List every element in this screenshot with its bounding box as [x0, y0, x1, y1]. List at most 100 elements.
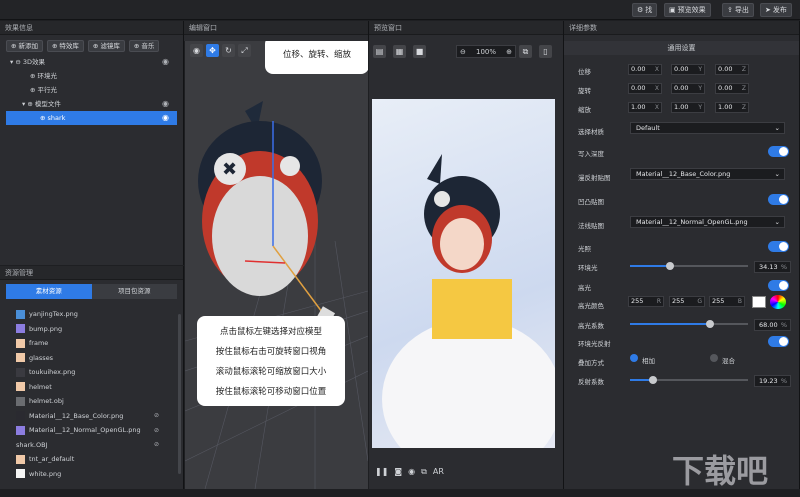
zoom-out-icon[interactable]: ⊖ — [460, 48, 466, 56]
tree-item-model[interactable]: ▾ ⊕ 模型文件 ◉ — [0, 97, 183, 111]
depth-write-toggle[interactable] — [768, 146, 789, 157]
highlight-color: 高光颜色 — [578, 302, 604, 310]
export-button[interactable]: ⇪ 导出 — [722, 3, 754, 17]
scale-x-unit: X — [654, 104, 659, 111]
position-x-input[interactable]: 0.00 X — [628, 64, 662, 75]
scrollbar[interactable] — [178, 314, 181, 474]
resource-list: yanjingTex.png bump.png frame glasses toukui… — [0, 303, 183, 481]
rotation-z-input[interactable]: 0.00 Z — [715, 83, 749, 94]
highlight-toggle[interactable] — [768, 280, 789, 291]
snapshot-icon[interactable]: ◙ — [394, 467, 402, 477]
add-button[interactable]: ⊕ 新添加 — [6, 40, 43, 52]
preview-canvas[interactable] — [372, 99, 555, 448]
diffuse-map: 漫反射贴图 — [578, 174, 611, 182]
plus-icon: ⊕ — [133, 42, 140, 50]
tree-item-3d[interactable]: ▾ ⊖ 3D效果 ◉ — [0, 55, 183, 69]
resource-item[interactable]: toukuihex.png — [0, 365, 183, 380]
publish-button[interactable]: ➤ 发布 — [760, 3, 792, 17]
reflect-coef-value-box[interactable]: 19.23% — [754, 375, 791, 387]
link-icon[interactable]: ⊘ — [154, 441, 159, 448]
color-swatch[interactable] — [752, 296, 766, 308]
zoom-in-icon[interactable]: ⊕ — [506, 48, 512, 56]
rotation-z-unit: Z — [741, 85, 746, 92]
highlight-g-unit: G — [697, 298, 702, 305]
resource-item[interactable]: white.png — [0, 467, 183, 482]
scale-y-unit: Y — [698, 104, 702, 111]
resource-item[interactable]: tnt_ar_default — [0, 452, 183, 467]
eye-icon[interactable]: ◉ — [162, 111, 169, 125]
zoom-control[interactable]: ⊖ 100% ⊕ — [456, 45, 516, 58]
preview-toolbar: ▤ ▦ ■ — [373, 45, 429, 58]
effects-panel: 效果信息 ⊕ 新添加 ⊕ 特效库 ⊕ 滤镜库 ⊕ 音乐 ▾ ⊖ 3D效果 ◉ ⊕ 环境光 … — [0, 21, 184, 265]
highlight-g-input[interactable]: 255 G — [669, 296, 705, 307]
music-button[interactable]: ⊕ 音乐 — [128, 40, 160, 52]
normal-map-select[interactable]: Material__12_Normal_OpenGL.png ⌄ — [630, 216, 785, 228]
preview-icon: ▣ — [669, 6, 676, 14]
ar-button[interactable]: AR — [433, 467, 444, 477]
reflect-coef-slider-knob[interactable] — [648, 376, 657, 384]
rotation-x-input[interactable]: 0.00 X — [628, 83, 662, 94]
ambient-label: 环境光 — [578, 264, 598, 272]
camera-icon[interactable]: ■ — [413, 45, 426, 58]
resource-item[interactable]: Material__12_Normal_OpenGL.png ⊘ — [0, 423, 183, 438]
reflect-coef-slider[interactable] — [630, 376, 748, 384]
phone-icon[interactable]: ▯ — [539, 45, 552, 58]
eye-icon[interactable]: ◉ — [162, 97, 169, 111]
scale-y-input[interactable]: 1.00 Y — [671, 102, 705, 113]
layout-icon[interactable]: ▦ — [393, 45, 406, 58]
image-icon[interactable]: ▤ — [373, 45, 386, 58]
find-button[interactable]: ⚙ 找 — [632, 3, 658, 17]
blend-add-radio[interactable] — [630, 354, 638, 362]
effect-library-button[interactable]: ⊕ 特效库 — [46, 40, 84, 52]
tree-item-ambient[interactable]: ⊕ 环境光 — [0, 69, 183, 83]
highlight-coef-value-box[interactable]: 68.00% — [754, 319, 791, 331]
highlight-coef-value: 68.00 — [759, 321, 778, 329]
position-x-unit: X — [654, 66, 659, 73]
eye-icon[interactable]: ◉ — [162, 55, 169, 69]
highlight-coef-slider[interactable] — [630, 320, 748, 328]
resource-item[interactable]: helmet — [0, 380, 183, 395]
normal-map-value: Material__12_Normal_OpenGL.png — [636, 218, 748, 226]
position-y-input[interactable]: 0.00 Y — [671, 64, 705, 75]
color-picker-icon[interactable] — [770, 295, 786, 309]
scale-z-input[interactable]: 1.00 Z — [715, 102, 749, 113]
position-z-input[interactable]: 0.00 Z — [715, 64, 749, 75]
tree-item-shark[interactable]: ⊕ shark ◉ — [6, 111, 177, 125]
highlight-b-input[interactable]: 255 B — [709, 296, 745, 307]
resource-item[interactable]: frame — [0, 336, 183, 351]
tree-item-directional[interactable]: ⊕ 平行光 — [0, 83, 183, 97]
material-select[interactable]: Default ⌄ — [630, 122, 785, 134]
resource-item[interactable]: Material__12_Base_Color.png ⊘ — [0, 409, 183, 424]
blend-mix-radio[interactable] — [710, 354, 718, 362]
diffuse-map-select[interactable]: Material__12_Base_Color.png ⌄ — [630, 168, 785, 180]
scale-label: 缩放 — [578, 106, 591, 114]
preview-effect-button[interactable]: ▣ 预览效果 — [664, 3, 711, 17]
highlight-r-unit: R — [656, 298, 661, 305]
link-icon[interactable]: ⊘ — [154, 412, 159, 419]
thumbnail-icon — [16, 309, 25, 319]
resource-item[interactable]: bump.png — [0, 322, 183, 337]
highlight-b-unit: B — [737, 298, 742, 305]
tab-project[interactable]: 项目包资源 — [91, 284, 177, 299]
scale-x-input[interactable]: 1.00 X — [628, 102, 662, 113]
resource-item[interactable]: yanjingTex.png — [0, 307, 183, 322]
record-icon[interactable]: ◉ — [408, 467, 415, 477]
tab-material[interactable]: 素材资源 — [6, 284, 92, 299]
link-icon[interactable]: ⊘ — [154, 427, 159, 434]
ambient-value-box[interactable]: 34.13% — [754, 261, 791, 273]
env-reflection-toggle[interactable] — [768, 336, 789, 347]
chevron-down-icon: ⌄ — [774, 170, 780, 178]
resource-item[interactable]: helmet.obj — [0, 394, 183, 409]
filter-library-button[interactable]: ⊕ 滤镜库 — [87, 40, 125, 52]
ambient-slider[interactable] — [630, 262, 748, 270]
gallery-icon[interactable]: ⧉ — [421, 467, 427, 477]
ratio-icon[interactable]: ⧉ — [519, 45, 532, 58]
pause-icon[interactable]: ❚❚ — [375, 467, 388, 477]
bump-map-toggle[interactable] — [768, 194, 789, 205]
rotation-y-input[interactable]: 0.00 Y — [671, 83, 705, 94]
lighting-toggle[interactable] — [768, 241, 789, 252]
resource-item[interactable]: glasses — [0, 351, 183, 366]
resource-item[interactable]: shark.OBJ ⊘ — [0, 438, 183, 453]
editor-viewport[interactable]: ◉ ✥ ↻ ⤢ ✖ 位移、旋转、缩放 点击鼠标左键选择对应模型 按住鼠标右击可旋转窗口… — [185, 41, 368, 489]
highlight-r-input[interactable]: 255 R — [628, 296, 664, 307]
